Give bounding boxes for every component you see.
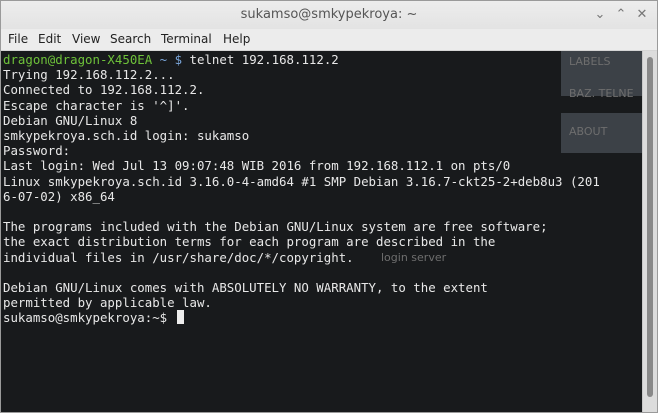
terminal-output: dragon@dragon-X450EA ~ $ telnet 192.168.…: [3, 52, 600, 326]
text-cursor: [176, 310, 184, 325]
output-line: 6-07-02) x86_64: [3, 188, 115, 204]
menu-file[interactable]: File: [8, 29, 28, 50]
menu-help[interactable]: Help: [223, 29, 250, 50]
menu-bar: File Edit View Search Terminal Help: [1, 29, 657, 51]
output-line: smkypekroya.sch.id login: sukamso: [3, 128, 250, 144]
menu-view[interactable]: View: [72, 29, 100, 50]
maximize-icon[interactable]: ⌃: [613, 7, 629, 23]
output-line: Debian GNU/Linux comes with ABSOLUTELY N…: [3, 280, 488, 296]
output-line: Trying 192.168.112.2...: [3, 67, 175, 83]
prompt-user-host: dragon@dragon-X450EA: [3, 52, 153, 67]
output-line: Debian GNU/Linux 8: [3, 112, 138, 128]
output-line: Password:: [3, 143, 71, 159]
scrollbar-thumb[interactable]: [647, 57, 653, 397]
output-line: Escape character is '^]'.: [3, 97, 190, 113]
command-line: telnet 192.168.112.2: [189, 52, 339, 67]
output-line: the exact distribution terms for each pr…: [3, 234, 496, 250]
vertical-scrollbar[interactable]: [642, 51, 657, 412]
output-line: individual files in /usr/share/doc/*/cop…: [3, 249, 354, 265]
output-line: Linux smkypekroya.sch.id 3.16.0-4-amd64 …: [3, 173, 600, 189]
output-line: Last login: Wed Jul 13 09:07:48 WIB 2016…: [3, 158, 511, 174]
menu-terminal[interactable]: Terminal: [161, 29, 212, 50]
terminal-area[interactable]: LABELS BAZ. TELNE ABOUT login server dra…: [1, 51, 643, 412]
output-line: Connected to 192.168.112.2.: [3, 82, 205, 98]
output-line: permitted by applicable law.: [3, 295, 212, 311]
prompt-path: ~: [159, 52, 168, 67]
menu-search[interactable]: Search: [110, 29, 151, 50]
close-icon[interactable]: ✕: [634, 7, 650, 23]
prompt-symbol: $: [174, 52, 183, 67]
window-title: sukamso@smkypekroya: ~: [240, 7, 418, 22]
minimize-icon[interactable]: ⌄: [592, 7, 608, 23]
shell-prompt: sukamso@smkypekroya:~$: [3, 310, 175, 326]
menu-edit[interactable]: Edit: [38, 29, 61, 50]
output-line: The programs included with the Debian GN…: [3, 219, 548, 235]
title-bar[interactable]: sukamso@smkypekroya: ~ ⌄ ⌃ ✕: [1, 1, 657, 30]
terminal-window: sukamso@smkypekroya: ~ ⌄ ⌃ ✕ File Edit V…: [0, 0, 658, 413]
